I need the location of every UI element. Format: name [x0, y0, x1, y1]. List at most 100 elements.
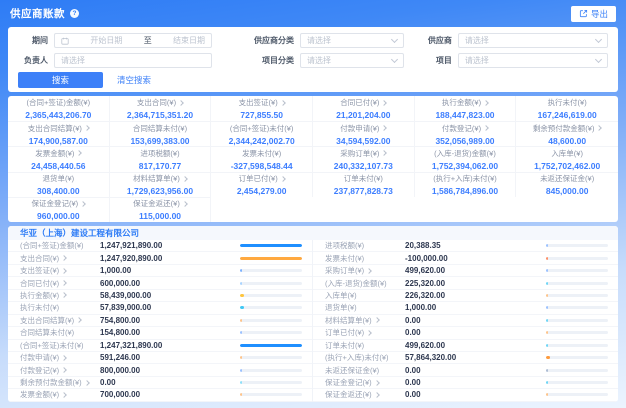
metric-row[interactable]: 合同已付(¥)600,000.00 [8, 277, 312, 289]
metric-row[interactable]: 支出合同结算(¥)754,800.00 [8, 315, 312, 327]
card-value[interactable]: 115,000.00 [139, 211, 181, 221]
metric-row[interactable]: 付款申请(¥)591,246.00 [8, 352, 312, 364]
filter-row-2: 负责人 请选择 项目分类 请选择 项目 请选择 [8, 53, 618, 68]
metric-label-text: (合同+签证)未付(¥) [20, 340, 84, 351]
card-label-text: 保证金返还(¥) [133, 198, 180, 209]
progress-bar [240, 269, 302, 272]
card-value[interactable]: 188,447,823.00 [435, 110, 494, 120]
owner-select[interactable]: 请选择 [54, 53, 212, 68]
summary-card[interactable]: 执行金额(¥)188,447,823.00 [415, 96, 517, 121]
card-label: 支出签证(¥) [239, 97, 285, 108]
metric-row[interactable]: 剩余预付款金额(¥)0.00 [8, 377, 312, 389]
progress-bar [546, 294, 608, 297]
clear-search-link[interactable]: 清空搜索 [117, 74, 151, 86]
summary-card[interactable]: 保证金返还(¥) 115,000.00 [110, 197, 212, 222]
progress-bar [240, 282, 302, 285]
summary-card: (合同+签证)未付(¥)2,344,242,002.70 [211, 121, 313, 146]
summary-card: 发票未付(¥)-327,598,548.44 [211, 146, 313, 171]
metric-label: (合同+签证)未付(¥) [20, 340, 100, 351]
card-value[interactable]: 48,600.00 [548, 136, 586, 146]
chevron-right-icon [84, 125, 90, 131]
card-value: 153,699,383.00 [130, 136, 189, 146]
summary-card[interactable]: 支出签证(¥) 727,855.50 [211, 96, 313, 121]
summary-card[interactable]: 订单已付(¥)2,454,279.00 [211, 172, 313, 197]
metric-row: (合同+签证)未付(¥)1,247,321,890.00 [8, 340, 312, 352]
card-value[interactable]: 352,056,989.00 [435, 136, 494, 146]
card-value[interactable]: 174,900,587.00 [29, 136, 88, 146]
card-value[interactable]: 727,855.50 [240, 110, 283, 120]
metric-label-text: 保证金登记(¥) [325, 377, 372, 388]
date-range-picker[interactable]: 开始日期 至 结束日期 [54, 33, 212, 48]
metric-label-text: 发票金额(¥) [20, 389, 59, 400]
summary-card[interactable]: 保证金登记(¥) 960,000.00 [8, 197, 110, 222]
card-value[interactable]: 24,458,440.56 [31, 161, 85, 171]
card-label: 发票未付(¥) [242, 148, 281, 159]
card-value[interactable]: 2,454,279.00 [237, 186, 287, 196]
metric-value: 0.00 [405, 316, 546, 325]
supplier-select[interactable]: 请选择 [458, 33, 608, 48]
metric-label: (合同+签证)金额(¥) [20, 240, 100, 251]
metric-row[interactable]: 发票金额(¥)700,000.00 [8, 389, 312, 401]
card-value[interactable]: 34,594,592.00 [336, 136, 390, 146]
export-button[interactable]: 导出 [571, 6, 616, 22]
metric-label-text: 支出合同(¥) [20, 253, 59, 264]
metric-row[interactable]: 材料结算单(¥)0.00 [313, 315, 618, 327]
summary-card[interactable]: 材料结算单(¥)1,729,623,956.00 [110, 172, 212, 197]
progress-fill [240, 331, 242, 334]
chevron-right-icon [374, 318, 380, 324]
supplier-category-select[interactable]: 请选择 [300, 33, 404, 48]
top-bar: 供应商账款 ? 导出 [0, 0, 626, 27]
progress-fill [546, 306, 548, 309]
card-label-text: 发票未付(¥) [242, 148, 281, 159]
metric-row[interactable]: 支出合同(¥)1,247,920,890.00 [8, 252, 312, 264]
company-header-row[interactable]: 华亚（上海）建设工程有限公司 [8, 226, 618, 240]
metric-label: 发票金额(¥) [20, 389, 100, 400]
metric-row[interactable]: 执行金额(¥)58,439,000.00 [8, 290, 312, 302]
progress-bar [240, 319, 302, 322]
card-value[interactable]: 960,000.00 [37, 211, 80, 221]
card-label-text: 支出合同(¥) [137, 97, 176, 108]
project-select[interactable]: 请选择 [458, 53, 608, 68]
metric-row[interactable]: 支出签证(¥)1,000.00 [8, 265, 312, 277]
card-value[interactable]: 21,201,204.00 [336, 110, 390, 120]
metric-value: 57,864,320.00 [405, 353, 546, 362]
card-value[interactable]: 1,729,623,956.00 [127, 186, 193, 196]
summary-card[interactable]: 采购订单(¥)240,332,107.73 [313, 146, 415, 171]
chevron-right-icon [382, 125, 388, 131]
progress-fill [546, 393, 548, 396]
metric-row: (入库-退货)金额(¥)225,320.00 [313, 277, 618, 289]
info-icon[interactable]: ? [70, 9, 79, 18]
card-value[interactable]: 240,332,107.73 [334, 161, 393, 171]
card-label-text: 保证金登记(¥) [31, 198, 78, 209]
summary-card[interactable]: 付款登记(¥)352,056,989.00 [415, 121, 517, 146]
summary-card[interactable]: 支出合同结算(¥) 174,900,587.00 [8, 121, 110, 146]
progress-fill [546, 319, 548, 322]
card-value[interactable]: 2,364,715,351.20 [127, 110, 193, 120]
card-label: 未返还保证金(¥) [540, 173, 594, 184]
progress-bar [240, 344, 302, 347]
metric-label-text: 合同已付(¥) [20, 278, 59, 289]
metric-row[interactable]: 订单已付(¥)0.00 [313, 327, 618, 339]
progress-fill [240, 269, 242, 272]
card-label-text: 合同结算未付(¥) [133, 123, 187, 134]
project-category-select[interactable]: 请选择 [300, 53, 404, 68]
summary-card[interactable]: 支出合同(¥) 2,364,715,351.20 [110, 96, 212, 121]
metric-value: 226,320.00 [405, 291, 546, 300]
metric-value: 225,320.00 [405, 279, 546, 288]
summary-card[interactable]: 合同已付(¥)21,201,204.00 [313, 96, 415, 121]
card-label-text: (合同+签证)金额(¥) [27, 97, 91, 108]
metric-value: -100,000.00 [405, 254, 546, 263]
progress-bar [546, 393, 608, 396]
search-button[interactable]: 搜索 [18, 72, 103, 88]
metric-row[interactable]: 付款登记(¥)800,000.00 [8, 364, 312, 376]
metric-row[interactable]: 采购订单(¥)499,620.00 [313, 265, 618, 277]
progress-bar [546, 369, 608, 372]
card-value: 2,344,242,002.70 [229, 136, 295, 146]
card-label: 支出合同结算(¥) [28, 123, 89, 134]
metric-row[interactable]: 保证金登记(¥)0.00 [313, 377, 618, 389]
metric-row[interactable]: 保证金返还(¥)0.00 [313, 389, 618, 401]
metric-label-text: 入库单(¥) [325, 290, 357, 301]
summary-card[interactable]: 付款申请(¥)34,594,592.00 [313, 121, 415, 146]
summary-card[interactable]: 剩余预付款金额(¥)48,600.00 [516, 121, 618, 146]
summary-card[interactable]: 发票金额(¥)24,458,440.56 [8, 146, 110, 171]
